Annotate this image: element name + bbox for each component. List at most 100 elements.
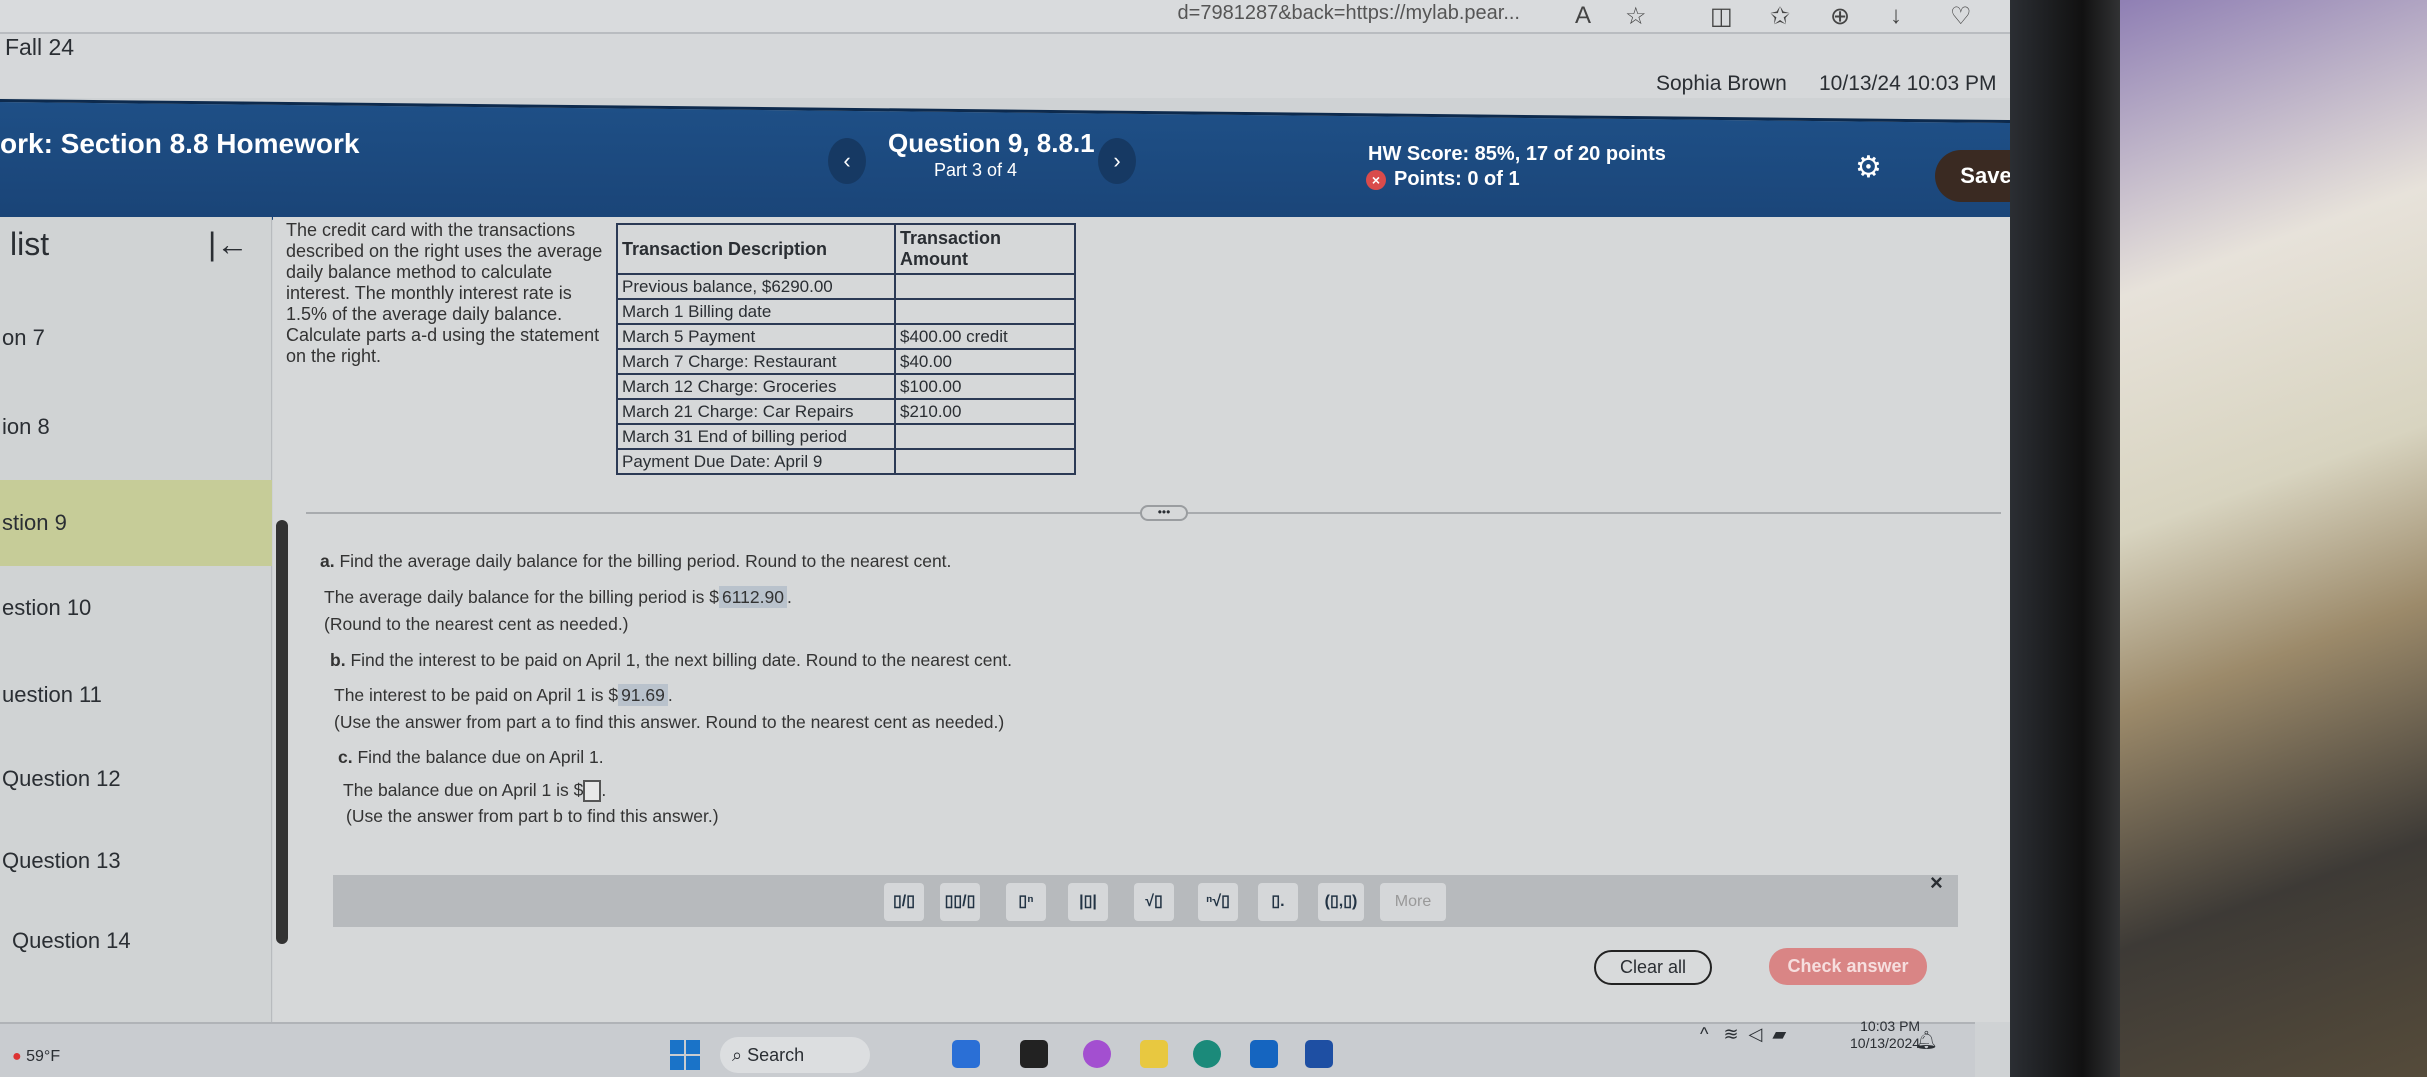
- part-c-prompt: c. Find the balance due on April 1.: [338, 747, 604, 768]
- system-tray-icons[interactable]: ^ ≋ ◁ ▰: [1700, 1024, 1786, 1045]
- part-a-answer-line: The average daily balance for the billin…: [324, 586, 792, 608]
- settings-gear-icon[interactable]: ⚙: [1855, 150, 1882, 185]
- scrollbar[interactable]: [276, 520, 288, 944]
- amount-cell: [894, 273, 1076, 300]
- question-part: Part 3 of 4: [934, 160, 1018, 180]
- more-button[interactable]: More: [1380, 883, 1446, 921]
- part-b-text: Find the interest to be paid on April 1,…: [350, 650, 1012, 670]
- url-text: d=7981287&back=https://mylab.pear...: [1177, 2, 1520, 24]
- collapse-sidebar-icon[interactable]: |←: [208, 226, 248, 263]
- hw-score: HW Score: 85%, 17 of 20 points: [1368, 143, 1666, 165]
- check-answer-button[interactable]: Check answer: [1769, 948, 1927, 985]
- header-amount: Transaction Amount: [894, 223, 1076, 275]
- browser-address-bar[interactable]: d=7981287&back=https://mylab.pear... A ☆…: [0, 0, 2080, 34]
- amount-cell: $40.00: [894, 348, 1076, 375]
- read-aloud-icon[interactable]: A: [1575, 2, 1591, 30]
- part-b-answer-input[interactable]: 91.69: [618, 684, 668, 706]
- widgets-icon[interactable]: [952, 1040, 980, 1068]
- favorite-star-icon[interactable]: ☆: [1625, 2, 1647, 31]
- sidebar-item-question-7[interactable]: on 7: [0, 313, 272, 363]
- exponent-button[interactable]: ▯ⁿ: [1006, 883, 1046, 921]
- part-b-note: (Use the answer from part a to find this…: [334, 712, 1005, 732]
- sidebar-item-question-9[interactable]: stion 9: [0, 480, 272, 566]
- mixed-number-button[interactable]: ▯▯/▯: [940, 883, 980, 921]
- table-row: March 5 Payment $400.00 credit: [616, 323, 1076, 350]
- monitor-bezel: [2010, 0, 2130, 1077]
- table-row: Previous balance, $6290.00: [616, 273, 1076, 300]
- copilot-icon[interactable]: [1083, 1040, 1111, 1068]
- edge-browser-icon[interactable]: [1193, 1040, 1221, 1068]
- part-b-answer-line: The interest to be paid on April 1 is $9…: [334, 684, 673, 706]
- next-question-button[interactable]: ›: [1098, 138, 1136, 184]
- clock-date: 10/13/2024: [1850, 1035, 1921, 1051]
- taskbar-search[interactable]: ⌕ Search: [720, 1037, 870, 1073]
- word-icon[interactable]: [1305, 1040, 1333, 1068]
- part-b-label: b.: [330, 650, 346, 670]
- temperature: 59°F: [26, 1048, 61, 1065]
- clear-all-button[interactable]: Clear all: [1594, 950, 1712, 985]
- table-row: March 31 End of billing period: [616, 423, 1076, 450]
- decimal-button[interactable]: ▯.: [1258, 883, 1298, 921]
- description-cell: March 12 Charge: Groceries: [616, 373, 896, 400]
- description-cell: Previous balance, $6290.00: [616, 273, 896, 300]
- outlook-icon[interactable]: [1250, 1040, 1278, 1068]
- previous-question-button[interactable]: ‹: [828, 138, 866, 184]
- amount-cell: $210.00: [894, 398, 1076, 425]
- user-name: Sophia Brown: [1656, 72, 1787, 95]
- download-icon[interactable]: ↓: [1890, 2, 1902, 30]
- nth-root-button[interactable]: ⁿ√▯: [1198, 883, 1238, 921]
- question-list-sidebar: on 7 ion 8 stion 9 estion 10 uestion 11 …: [0, 217, 272, 1022]
- points: × Points: 0 of 1: [1366, 168, 1520, 191]
- weather-icon: ●: [12, 1048, 22, 1065]
- background-desk-photo: [2120, 0, 2427, 1077]
- taskbar: [0, 1022, 1975, 1077]
- sidebar-item-question-10[interactable]: estion 10: [0, 583, 272, 633]
- search-label: Search: [747, 1045, 805, 1065]
- description-cell: March 21 Charge: Car Repairs: [616, 398, 896, 425]
- taskbar-clock[interactable]: 10:03 PM 10/13/2024: [1850, 1018, 1920, 1052]
- file-explorer-icon[interactable]: [1140, 1040, 1168, 1068]
- extensions-icon[interactable]: ♡: [1950, 2, 1972, 31]
- table-row: March 21 Charge: Car Repairs $210.00: [616, 398, 1076, 425]
- part-b-answer-label: The interest to be paid on April 1 is $: [334, 685, 619, 705]
- expand-more-button[interactable]: •••: [1140, 505, 1188, 521]
- sidebar-item-question-11[interactable]: uestion 11: [0, 670, 272, 720]
- notification-bell-icon[interactable]: 🔔︎: [1915, 1030, 1938, 1051]
- clock-time: 10:03 PM: [1860, 1018, 1921, 1034]
- table-row: March 7 Charge: Restaurant $40.00: [616, 348, 1076, 375]
- part-c-answer-line: The balance due on April 1 is $.: [343, 780, 606, 803]
- part-a-note: (Round to the nearest cent as needed.): [324, 614, 629, 634]
- windows-start-icon[interactable]: [670, 1040, 700, 1070]
- fraction-button[interactable]: ▯/▯: [884, 883, 924, 921]
- question-title: Question 9, 8.8.1: [888, 128, 1095, 158]
- part-c-note: (Use the answer from part b to find this…: [346, 806, 719, 826]
- ordered-pair-button[interactable]: (▯,▯): [1318, 883, 1364, 921]
- collections-icon[interactable]: ⊕: [1830, 2, 1850, 31]
- transactions-table: Transaction Description Transaction Amoun…: [616, 223, 1076, 475]
- table-header: Transaction Description Transaction Amoun…: [616, 223, 1076, 275]
- split-screen-icon[interactable]: ◫: [1710, 2, 1733, 31]
- description-cell: March 5 Payment: [616, 323, 896, 350]
- amount-cell: $400.00 credit: [894, 323, 1076, 350]
- task-view-icon[interactable]: [1020, 1040, 1048, 1068]
- sidebar-item-question-13[interactable]: Question 13: [0, 836, 272, 886]
- sidebar-item-question-14[interactable]: Question 14: [0, 916, 272, 966]
- description-cell: Payment Due Date: April 9: [616, 448, 896, 475]
- description-cell: March 1 Billing date: [616, 298, 896, 325]
- description-cell: March 31 End of billing period: [616, 423, 896, 450]
- part-a-prompt: a. Find the average daily balance for th…: [320, 551, 951, 572]
- favorites-icon[interactable]: ✩: [1770, 2, 1790, 31]
- weather-widget[interactable]: ● 59°F: [12, 1048, 60, 1066]
- square-root-button[interactable]: √▯: [1134, 883, 1174, 921]
- amount-cell: [894, 448, 1076, 475]
- course-name: Fall 24: [5, 34, 75, 60]
- amount-cell: [894, 423, 1076, 450]
- absolute-value-button[interactable]: |▯|: [1068, 883, 1108, 921]
- description-cell: March 7 Charge: Restaurant: [616, 348, 896, 375]
- part-c-answer-input[interactable]: [583, 780, 602, 803]
- assignment-title: ork: Section 8.8 Homework: [0, 128, 360, 159]
- sidebar-item-question-8[interactable]: ion 8: [0, 402, 272, 452]
- close-toolbar-icon[interactable]: ×: [1930, 870, 1943, 896]
- sidebar-item-question-12[interactable]: Question 12: [0, 754, 272, 804]
- part-a-answer-input[interactable]: 6112.90: [718, 586, 787, 608]
